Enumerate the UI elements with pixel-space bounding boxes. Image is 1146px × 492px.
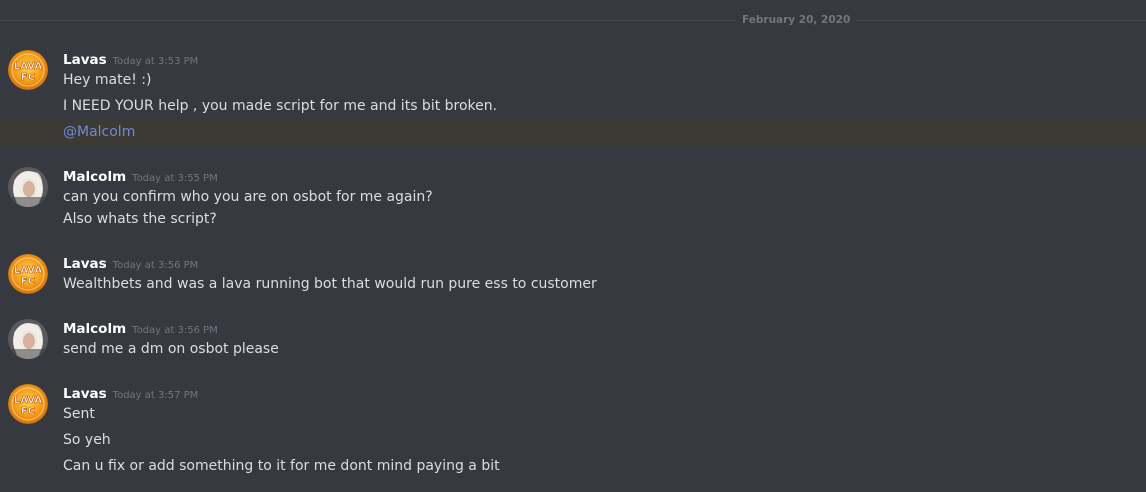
username[interactable]: Malcolm (63, 321, 126, 337)
avatar-lava-fc[interactable]: LAVA FC (8, 254, 48, 294)
girl-avatar-image (8, 319, 48, 359)
message-text: So yeh (63, 432, 111, 448)
girl-avatar-image (8, 167, 48, 207)
svg-text:FC: FC (21, 72, 35, 83)
message-header: Malcolm Today at 3:56 PM (63, 320, 218, 339)
date-divider-line (0, 20, 1146, 21)
message-header: Lavas Today at 3:56 PM (63, 255, 198, 274)
message-text: Hey mate! :) (63, 72, 152, 88)
svg-text:LAVA: LAVA (14, 265, 42, 276)
message-text: Wealthbets and was a lava running bot th… (63, 276, 597, 292)
avatar-lava-fc[interactable]: LAVA FC (8, 384, 48, 424)
lava-fc-logo: LAVA FC (8, 384, 48, 424)
timestamp: Today at 3:53 PM (112, 56, 199, 67)
lava-fc-logo: LAVA FC (8, 254, 48, 294)
message-text: Sent (63, 406, 95, 422)
username[interactable]: Malcolm (63, 169, 126, 185)
timestamp: Today at 3:57 PM (112, 390, 199, 401)
mention-highlight (0, 120, 1146, 146)
timestamp: Today at 3:56 PM (112, 260, 199, 271)
avatar-malcolm[interactable] (8, 167, 48, 207)
svg-text:LAVA: LAVA (14, 395, 42, 406)
username[interactable]: Lavas (63, 386, 107, 402)
svg-text:FC: FC (21, 276, 35, 287)
username[interactable]: Lavas (63, 52, 107, 68)
message-text: I NEED YOUR help , you made script for m… (63, 98, 498, 114)
message-header: Malcolm Today at 3:55 PM (63, 168, 218, 187)
message-header: Lavas Today at 3:53 PM (63, 51, 198, 70)
timestamp: Today at 3:55 PM (132, 173, 218, 184)
avatar-malcolm[interactable] (8, 319, 48, 359)
svg-text:LAVA: LAVA (14, 61, 42, 72)
user-mention[interactable]: @Malcolm (63, 122, 135, 142)
lava-fc-logo: LAVA FC (8, 50, 48, 90)
message-text: can you confirm who you are on osbot for… (63, 189, 433, 205)
message-header: Lavas Today at 3:57 PM (63, 385, 198, 404)
timestamp: Today at 3:56 PM (132, 325, 218, 336)
message-text: send me a dm on osbot please (63, 341, 279, 357)
username[interactable]: Lavas (63, 256, 107, 272)
avatar-lava-fc[interactable]: LAVA FC (8, 50, 48, 90)
svg-text:FC: FC (21, 406, 35, 417)
date-divider-label: February 20, 2020 (736, 12, 857, 28)
message-text: Also whats the script? (63, 211, 217, 227)
message-text: Can u fix or add something to it for me … (63, 458, 500, 474)
